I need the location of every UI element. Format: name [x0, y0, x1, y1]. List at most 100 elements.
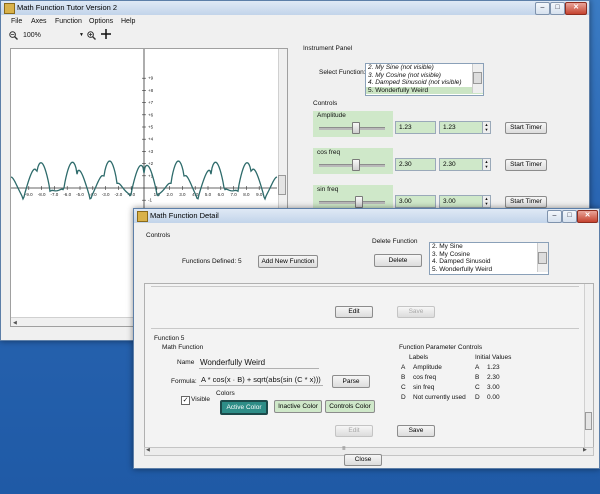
separator-line	[151, 286, 579, 287]
param-value-key: B	[475, 374, 480, 381]
zoom-dropdown-icon[interactable]: ▼	[79, 32, 84, 38]
detail-window: Math Function Detail – □ ✕ Controls Func…	[133, 208, 600, 469]
functions-defined-label: Functions Defined: 5	[182, 258, 242, 265]
active-color-button[interactable]: Active Color	[220, 400, 268, 415]
add-new-function-button[interactable]: Add New Function	[258, 255, 318, 268]
start-timer-button[interactable]: Start Timer	[505, 159, 547, 171]
param-value-display: 2.30	[395, 158, 436, 171]
spinner-icon[interactable]: ▲ ▼	[482, 195, 491, 208]
maximize-button[interactable]: □	[562, 210, 577, 223]
list-item[interactable]: 4. Damped Sinusoid	[430, 258, 548, 266]
function-group-title: Function 5	[154, 335, 185, 342]
delete-function-list[interactable]: 2. My Sine 3. My Cosine 4. Damped Sinuso…	[429, 242, 549, 275]
minimize-button[interactable]: –	[547, 210, 562, 223]
menu-help[interactable]: Help	[121, 18, 135, 25]
zoom-level: 100%	[23, 32, 41, 39]
crosshair-icon[interactable]	[101, 29, 111, 39]
formula-label: Formula:	[171, 378, 197, 385]
y-tick-label: +2	[148, 161, 154, 166]
param-label: sin freq	[413, 384, 435, 391]
maximize-button[interactable]: □	[550, 2, 565, 15]
select-function-list[interactable]: 2. My Sine (not visible) 3. My Cosine (n…	[365, 63, 484, 96]
param-label: cos freq	[413, 374, 437, 381]
slider-thumb[interactable]	[355, 196, 363, 208]
param-label: Not currently used	[413, 394, 466, 401]
close-window-button[interactable]: ✕	[577, 210, 598, 223]
delete-button[interactable]: Delete	[374, 254, 422, 267]
param-name-label: Amplitude	[317, 112, 346, 119]
detail-titlebar: Math Function Detail – □ ✕	[134, 209, 599, 223]
slider-thumb[interactable]	[352, 159, 360, 171]
x-tick-label: 9.0	[256, 192, 263, 197]
hscroll-grip-icon[interactable]: ≡	[342, 446, 346, 452]
name-value[interactable]: Wonderfully Weird	[200, 358, 265, 367]
minimize-button[interactable]: –	[535, 2, 550, 15]
list-item[interactable]: 2. My Sine	[430, 243, 548, 251]
formula-underline	[199, 385, 323, 386]
param-initial-value: 0.00	[487, 394, 500, 401]
menu-file[interactable]: File	[11, 18, 22, 25]
slider-thumb[interactable]	[352, 122, 360, 134]
inactive-color-button[interactable]: Inactive Color	[274, 400, 322, 413]
menu-options[interactable]: Options	[89, 18, 113, 25]
param-slider[interactable]	[319, 158, 385, 171]
spinner-icon[interactable]: ▲ ▼	[482, 158, 491, 171]
zoom-in-icon[interactable]	[87, 31, 96, 40]
menu-axes[interactable]: Axes	[31, 18, 47, 25]
close-window-button[interactable]: ✕	[565, 2, 587, 15]
x-tick-label: 5.0	[205, 192, 212, 197]
param-key: C	[401, 384, 406, 391]
app-icon	[137, 211, 148, 222]
scroll-right-icon[interactable]: ▶	[583, 447, 587, 453]
list-item[interactable]: 4. Damped Sinusoid (not visible)	[366, 79, 483, 87]
x-tick-label: 8.0	[243, 192, 250, 197]
detail-window-title: Math Function Detail	[150, 211, 219, 220]
close-button[interactable]: Close	[344, 454, 382, 466]
main-window-title: Math Function Tutor Version 2	[17, 3, 118, 12]
param-slider[interactable]	[319, 195, 385, 208]
list-scroll-thumb[interactable]	[538, 252, 547, 264]
param-value-display: 3.00	[395, 195, 436, 208]
list-item[interactable]: 3. My Cosine	[430, 251, 548, 259]
x-tick-label: -9.0	[25, 192, 33, 197]
param-initial-value: 2.30	[487, 374, 500, 381]
start-timer-button[interactable]: Start Timer	[505, 122, 547, 134]
scroll-left-icon[interactable]: ◀	[13, 320, 17, 326]
x-tick-label: -5.0	[76, 192, 84, 197]
param-value-input[interactable]: 2.30	[439, 158, 486, 171]
y-tick-label: +6	[148, 112, 154, 117]
start-timer-button[interactable]: Start Timer	[505, 196, 547, 208]
x-tick-label: 2.0	[166, 192, 173, 197]
detail-controls-title: Controls	[146, 232, 171, 239]
parse-button[interactable]: Parse	[332, 375, 370, 388]
param-key: A	[401, 364, 406, 371]
list-item[interactable]: 2. My Sine (not visible)	[366, 64, 483, 72]
param-value-key: C	[475, 384, 480, 391]
param-initial-value: 3.00	[487, 384, 500, 391]
detail-scroll-panel[interactable]: Edit Save Function 5 Math Function Name …	[144, 283, 594, 449]
list-item[interactable]: 3. My Cosine (not visible)	[366, 72, 483, 80]
main-titlebar: Math Function Tutor Version 2 – □ ✕	[1, 1, 589, 15]
detail-scroll-thumb[interactable]	[585, 412, 592, 430]
scroll-left-icon[interactable]: ◀	[146, 447, 150, 453]
formula-value[interactable]: A * cos(x · B) + sqrt(abs(sin (C * x)))	[201, 375, 321, 384]
x-tick-label: -2.0	[115, 192, 123, 197]
x-tick-label: 3.0	[179, 192, 186, 197]
save-top-button: Save	[397, 306, 435, 318]
controls-color-button[interactable]: Controls Color	[325, 400, 375, 413]
spinner-icon[interactable]: ▲ ▼	[482, 121, 491, 134]
list-item[interactable]: 5. Wonderfully Weird	[430, 266, 548, 274]
zoom-out-icon[interactable]	[9, 31, 18, 40]
edit-top-button[interactable]: Edit	[335, 306, 373, 318]
param-slider[interactable]	[319, 121, 385, 134]
param-value-input[interactable]: 1.23	[439, 121, 486, 134]
param-value-input[interactable]: 3.00	[439, 195, 486, 208]
list-scroll-thumb[interactable]	[473, 72, 482, 84]
graph-scroll-thumb[interactable]	[278, 175, 286, 195]
save-bottom-button[interactable]: Save	[397, 425, 435, 437]
menu-function[interactable]: Function	[55, 18, 82, 25]
y-tick-label: +5	[148, 125, 154, 130]
list-item[interactable]: 5. Wonderfully Weird	[366, 86, 483, 94]
visible-checkbox[interactable]: ✓	[181, 396, 190, 405]
controls-title: Controls	[313, 100, 338, 107]
